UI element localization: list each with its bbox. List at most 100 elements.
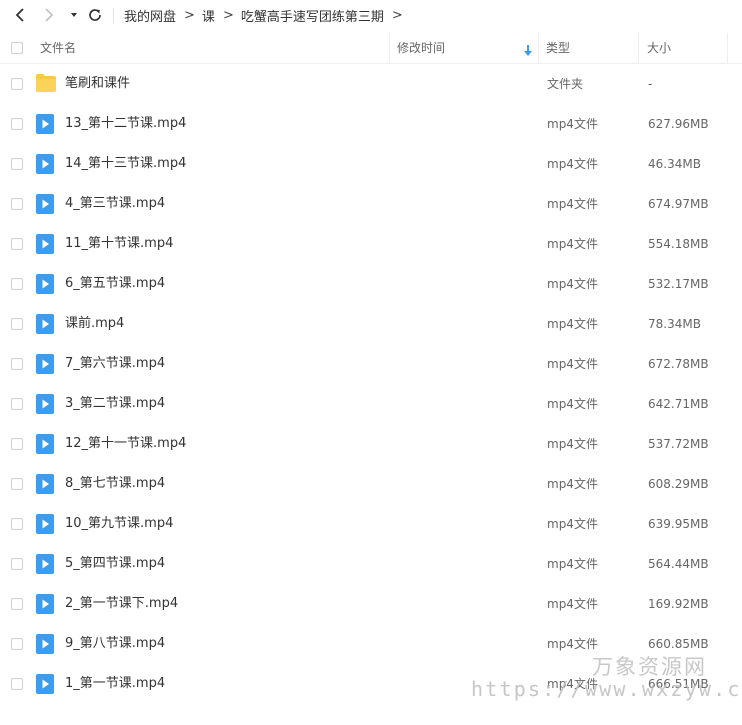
file-name[interactable]: 8_第七节课.mp4	[65, 464, 165, 504]
column-type-header[interactable]: 类型	[546, 33, 570, 63]
file-name[interactable]: 课前.mp4	[65, 304, 124, 344]
file-type: mp4文件	[547, 437, 598, 451]
row-checkbox[interactable]	[11, 438, 23, 450]
file-row[interactable]: 14_第十三节课.mp4 mp4文件 46.34MB	[0, 144, 742, 184]
breadcrumb-item[interactable]: 我的网盘	[124, 6, 176, 25]
file-size: 627.96MB	[648, 117, 709, 131]
file-row[interactable]: 笔刷和课件 文件夹 -	[0, 64, 742, 104]
file-name[interactable]: 13_第十二节课.mp4	[65, 104, 186, 144]
video-file-icon	[36, 234, 54, 258]
file-row[interactable]: 2_第一节课下.mp4 mp4文件 169.92MB	[0, 584, 742, 624]
folder-icon	[36, 74, 56, 96]
column-divider[interactable]	[638, 33, 639, 63]
file-type: mp4文件	[547, 397, 598, 411]
video-file-icon	[36, 634, 54, 658]
sort-down-icon[interactable]	[523, 42, 533, 56]
chevron-right-icon[interactable]: >	[392, 8, 403, 23]
file-type: mp4文件	[547, 637, 598, 651]
file-type: mp4文件	[547, 157, 598, 171]
file-type: mp4文件	[547, 557, 598, 571]
file-size: -	[648, 77, 653, 91]
video-file-icon	[36, 514, 54, 538]
row-checkbox[interactable]	[11, 478, 23, 490]
file-name[interactable]: 10_第九节课.mp4	[65, 504, 173, 544]
row-checkbox[interactable]	[11, 118, 23, 130]
file-type: mp4文件	[547, 597, 598, 611]
file-name[interactable]: 4_第三节课.mp4	[65, 184, 165, 224]
file-name[interactable]: 5_第四节课.mp4	[65, 544, 165, 584]
select-all-checkbox[interactable]	[11, 42, 23, 54]
row-checkbox[interactable]	[11, 158, 23, 170]
row-checkbox[interactable]	[11, 598, 23, 610]
row-checkbox[interactable]	[11, 558, 23, 570]
row-checkbox[interactable]	[11, 318, 23, 330]
column-modified-header[interactable]: 修改时间	[397, 33, 445, 63]
breadcrumb-item[interactable]: 吃蟹高手速写团练第三期	[241, 6, 384, 25]
chevron-right-icon: >	[222, 7, 234, 23]
column-divider[interactable]	[538, 33, 539, 63]
video-file-icon	[36, 434, 54, 458]
nav-divider	[113, 8, 114, 23]
row-checkbox[interactable]	[11, 278, 23, 290]
file-type: mp4文件	[547, 477, 598, 491]
file-row[interactable]: 11_第十节课.mp4 mp4文件 554.18MB	[0, 224, 742, 264]
navigation-bar: 我的网盘 > 课 > 吃蟹高手速写团练第三期 >	[0, 0, 742, 30]
file-name[interactable]: 6_第五节课.mp4	[65, 264, 165, 304]
file-name[interactable]: 1_第一节课.mp4	[65, 664, 165, 704]
file-size: 564.44MB	[648, 557, 709, 571]
column-divider[interactable]	[389, 33, 390, 63]
video-file-icon	[36, 594, 54, 618]
file-row[interactable]: 7_第六节课.mp4 mp4文件 672.78MB	[0, 344, 742, 384]
file-type: mp4文件	[547, 197, 598, 211]
file-row[interactable]: 5_第四节课.mp4 mp4文件 564.44MB	[0, 544, 742, 584]
column-name-header[interactable]: 文件名	[40, 33, 76, 63]
video-file-icon	[36, 474, 54, 498]
video-file-icon	[36, 274, 54, 298]
video-file-icon	[36, 674, 54, 698]
file-row[interactable]: 12_第十一节课.mp4 mp4文件 537.72MB	[0, 424, 742, 464]
file-row[interactable]: 8_第七节课.mp4 mp4文件 608.29MB	[0, 464, 742, 504]
watermark-url: https://www.wxzyw.cn	[471, 677, 742, 701]
file-name[interactable]: 7_第六节课.mp4	[65, 344, 165, 384]
row-checkbox[interactable]	[11, 238, 23, 250]
file-row[interactable]: 6_第五节课.mp4 mp4文件 532.17MB	[0, 264, 742, 304]
row-checkbox[interactable]	[11, 78, 23, 90]
file-row[interactable]: 13_第十二节课.mp4 mp4文件 627.96MB	[0, 104, 742, 144]
row-checkbox[interactable]	[11, 398, 23, 410]
dropdown-caret-icon[interactable]	[63, 5, 85, 25]
file-name[interactable]: 9_第八节课.mp4	[65, 624, 165, 664]
file-name[interactable]: 12_第十一节课.mp4	[65, 424, 186, 464]
video-file-icon	[36, 114, 54, 138]
breadcrumb-item[interactable]: 课	[202, 6, 215, 25]
video-file-icon	[36, 394, 54, 418]
row-checkbox[interactable]	[11, 638, 23, 650]
file-type: 文件夹	[547, 77, 584, 91]
row-checkbox[interactable]	[11, 358, 23, 370]
file-row[interactable]: 4_第三节课.mp4 mp4文件 674.97MB	[0, 184, 742, 224]
back-arrow-icon[interactable]	[9, 5, 31, 25]
file-size: 537.72MB	[648, 437, 709, 451]
column-divider[interactable]	[727, 33, 728, 63]
file-name[interactable]: 11_第十节课.mp4	[65, 224, 173, 264]
file-size: 532.17MB	[648, 277, 709, 291]
video-file-icon	[36, 354, 54, 378]
refresh-icon[interactable]	[84, 5, 106, 25]
forward-arrow-icon[interactable]	[38, 5, 60, 25]
file-type: mp4文件	[547, 317, 598, 331]
row-checkbox[interactable]	[11, 518, 23, 530]
file-type: mp4文件	[547, 277, 598, 291]
file-size: 642.71MB	[648, 397, 709, 411]
file-name[interactable]: 笔刷和课件	[65, 64, 130, 104]
file-row[interactable]: 10_第九节课.mp4 mp4文件 639.95MB	[0, 504, 742, 544]
file-type: mp4文件	[547, 357, 598, 371]
file-name[interactable]: 2_第一节课下.mp4	[65, 584, 178, 624]
file-row[interactable]: 3_第二节课.mp4 mp4文件 642.71MB	[0, 384, 742, 424]
file-size: 78.34MB	[648, 317, 701, 331]
row-checkbox[interactable]	[11, 198, 23, 210]
file-row[interactable]: 课前.mp4 mp4文件 78.34MB	[0, 304, 742, 344]
file-name[interactable]: 14_第十三节课.mp4	[65, 144, 186, 184]
row-checkbox[interactable]	[11, 678, 23, 690]
file-size: 639.95MB	[648, 517, 709, 531]
column-size-header[interactable]: 大小	[647, 33, 671, 63]
file-name[interactable]: 3_第二节课.mp4	[65, 384, 165, 424]
